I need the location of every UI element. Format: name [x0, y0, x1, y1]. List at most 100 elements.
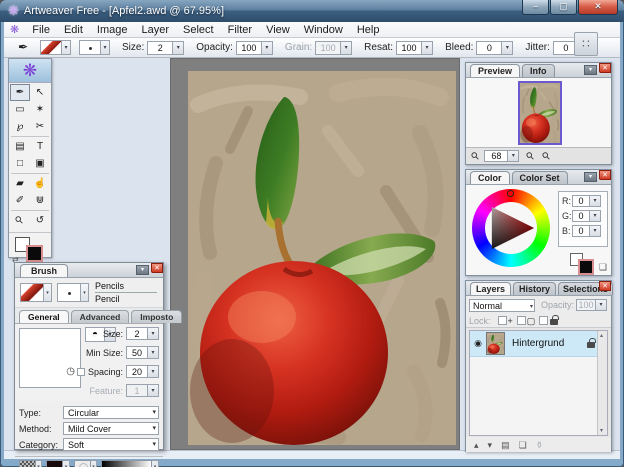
move-tool[interactable]: ↖	[30, 84, 50, 101]
title-bar[interactable]: ❋ Artweaver Free - [Apfel2.awd @ 67.95%]…	[0, 0, 624, 22]
brush-name[interactable]: Pencil	[95, 294, 163, 304]
eraser-tool[interactable]: ▰	[10, 175, 30, 192]
type-select[interactable]: Circular ▾	[63, 406, 159, 419]
spacing-input[interactable]: 20	[126, 365, 148, 378]
red-spinner[interactable]: ▾	[590, 195, 601, 207]
rect-select-tool[interactable]: ▭	[10, 101, 30, 118]
canvas-painting[interactable]	[188, 71, 456, 445]
brush-preset-dropdown[interactable]: ▾	[62, 40, 71, 55]
new-layer-button[interactable]: ❏	[519, 438, 527, 452]
color-panel-menu-button[interactable]: ▾	[584, 172, 597, 182]
paper-texture-dropdown[interactable]: ▾	[35, 460, 43, 467]
tab-imposto[interactable]: Imposto	[131, 310, 183, 323]
picker-tool[interactable]: ✐	[10, 192, 30, 209]
size-spinner[interactable]: ▾	[173, 40, 185, 55]
gradient-dropdown[interactable]: ▾	[152, 460, 159, 467]
stamp-tool[interactable]: ▤	[10, 138, 30, 155]
hue-marker[interactable]	[507, 190, 514, 197]
blue-input[interactable]: 0	[572, 225, 590, 237]
brush-preset-button[interactable]	[40, 40, 62, 55]
tab-color[interactable]: Color	[470, 171, 510, 184]
brush-size-spinner[interactable]: ▾	[148, 327, 159, 340]
rounded-shape-tool[interactable]: ▣	[30, 155, 50, 172]
red-input[interactable]: 0	[572, 195, 590, 207]
color-panel-close-icon[interactable]: ✕	[599, 170, 611, 180]
blend-mode-select[interactable]: Normal ▾	[469, 298, 535, 312]
lock-pixels-checkbox[interactable]	[516, 316, 526, 325]
scroll-down-icon[interactable]: ▾	[600, 427, 603, 434]
brush-dialog-header[interactable]: Brush ✕ ▾	[15, 263, 163, 278]
menu-window[interactable]: Window	[297, 23, 350, 37]
text-tool[interactable]: T	[30, 138, 50, 155]
brush-preset-thumb[interactable]	[20, 283, 44, 302]
tab-general[interactable]: General	[19, 310, 69, 323]
background-color-swatch[interactable]	[26, 245, 43, 262]
move-layer-up-button[interactable]: ▴	[474, 438, 479, 452]
min-size-spinner[interactable]: ▾	[148, 346, 159, 359]
new-group-button[interactable]: ▤	[501, 438, 510, 452]
min-size-input[interactable]: 50	[126, 346, 148, 359]
gradient-swatch[interactable]	[101, 460, 153, 467]
zoom-out-icon[interactable]: ⚲	[525, 150, 538, 163]
preview-panel-close-icon[interactable]: ✕	[599, 63, 611, 73]
spacing-spinner[interactable]: ▾	[148, 365, 159, 378]
move-layer-down-button[interactable]: ▾	[488, 438, 493, 452]
brush-tool[interactable]: ✒	[10, 84, 30, 101]
minimize-button[interactable]: –	[522, 0, 549, 15]
tab-history[interactable]: History	[513, 282, 557, 295]
maximize-button[interactable]: ▢	[550, 0, 577, 15]
layer-row-hintergrund[interactable]: ◉ Hintergrund	[470, 331, 607, 357]
rotate-tool[interactable]: ↺	[30, 212, 50, 229]
nozzle-swatch[interactable]	[73, 460, 91, 467]
color-set-icon[interactable]: ❏	[599, 262, 607, 273]
preview-zoom-input[interactable]: 68	[484, 150, 509, 162]
menu-layer[interactable]: Layer	[135, 23, 177, 37]
size-input[interactable]: 2	[147, 40, 174, 55]
menu-image[interactable]: Image	[90, 23, 135, 37]
resat-spinner[interactable]: ▾	[422, 40, 434, 55]
pattern-swatch[interactable]	[46, 460, 64, 467]
bleed-spinner[interactable]: ▾	[502, 40, 514, 55]
crop-tool[interactable]: ✂	[30, 118, 50, 135]
layers-panel-close-icon[interactable]: ✕	[599, 281, 611, 291]
green-input[interactable]: 0	[572, 210, 590, 222]
pattern-dropdown[interactable]: ▾	[63, 460, 70, 467]
stroke-preview-dropdown[interactable]: ▾	[101, 40, 110, 55]
menu-select[interactable]: Select	[176, 23, 221, 37]
layer-list-scrollbar[interactable]: ▴ ▾	[597, 331, 607, 435]
toolbar-overflow-button[interactable]: ∷	[574, 32, 598, 56]
hue-ring[interactable]	[472, 189, 550, 267]
spacing-checkbox[interactable]	[76, 367, 85, 376]
zoom-tool[interactable]: ⚲	[10, 212, 30, 229]
preview-zoom-spinner[interactable]: ▾	[508, 150, 520, 162]
layer-visibility-icon[interactable]: ◉	[470, 338, 486, 349]
brush-size-input[interactable]: 2	[126, 327, 148, 340]
tab-advanced[interactable]: Advanced	[70, 310, 130, 323]
lock-all-checkbox[interactable]	[539, 316, 549, 325]
scroll-up-icon[interactable]: ▴	[600, 332, 603, 339]
method-select[interactable]: Mild Cover ▾	[63, 422, 159, 435]
tab-color-set[interactable]: Color Set	[511, 171, 568, 184]
brush-preset-thumb-dropdown[interactable]: ▾	[44, 283, 52, 302]
brush-dialog-menu-button[interactable]: ▾	[136, 265, 149, 275]
lock-position-checkbox[interactable]	[497, 316, 507, 325]
zoom-in-icon[interactable]: ⚲	[540, 150, 553, 163]
menu-file[interactable]: File	[25, 23, 57, 37]
smudge-tool[interactable]: ☝	[30, 175, 50, 192]
brush-tip-thumb[interactable]	[57, 283, 81, 302]
green-spinner[interactable]: ▾	[590, 210, 601, 222]
resat-input[interactable]: 100	[396, 40, 423, 55]
fill-tool[interactable]: ⋓	[30, 192, 50, 209]
brush-tip-dropdown[interactable]: ▾	[81, 283, 89, 302]
menu-help[interactable]: Help	[350, 23, 387, 37]
tab-layers[interactable]: Layers	[470, 282, 512, 295]
category-select[interactable]: Soft ▾	[63, 438, 159, 451]
bleed-input[interactable]: 0	[476, 40, 503, 55]
menu-edit[interactable]: Edit	[57, 23, 90, 37]
tab-preview[interactable]: Preview	[470, 64, 521, 77]
menu-filter[interactable]: Filter	[221, 23, 259, 37]
stroke-preview-button[interactable]	[79, 40, 101, 55]
lasso-tool[interactable]: ℘	[10, 118, 30, 135]
brush-category-name[interactable]: Pencils	[95, 281, 157, 293]
preview-panel-menu-button[interactable]: ▾	[584, 65, 597, 75]
